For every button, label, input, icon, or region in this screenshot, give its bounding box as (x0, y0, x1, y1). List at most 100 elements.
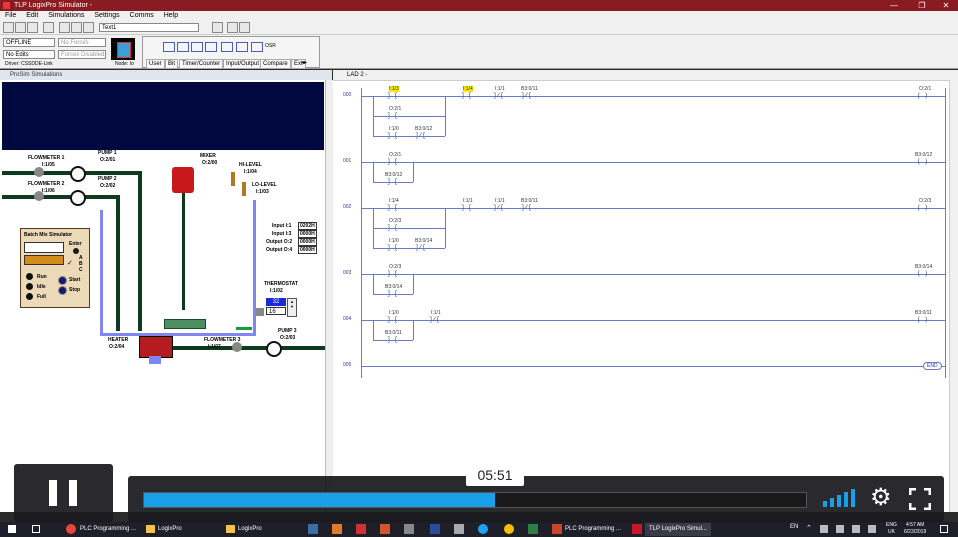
task-view-icon[interactable] (32, 525, 40, 533)
thermostat-actual[interactable]: 16 (266, 307, 286, 315)
contact-icon[interactable]: ] [ (387, 270, 398, 277)
contact-icon[interactable]: ]/[ (521, 92, 532, 99)
app-icon[interactable] (504, 524, 514, 534)
tab-timer-counter[interactable]: Timer/Counter (179, 59, 224, 69)
forces-enabled-select[interactable]: Forces Disabled (58, 50, 106, 59)
app-icon[interactable] (380, 524, 390, 534)
tray-battery-icon[interactable] (868, 525, 876, 533)
seek-bar[interactable] (143, 492, 807, 508)
rung-line[interactable] (361, 208, 945, 209)
vertical-scrollbar[interactable] (325, 80, 333, 512)
chrome-icon[interactable] (66, 524, 76, 534)
tray-chevron-icon[interactable]: ⌃ (806, 524, 812, 532)
tray-date[interactable]: 6/23/2019 (904, 529, 926, 535)
instr-otl-icon[interactable] (236, 42, 248, 52)
tray-lang-code[interactable]: ENG (886, 522, 897, 528)
app-icon[interactable] (430, 524, 440, 534)
instr-osr-button[interactable]: OSR (265, 43, 276, 49)
instr-ote-icon[interactable] (221, 42, 233, 52)
rung-line[interactable] (361, 320, 945, 321)
tray-region[interactable]: UK (888, 529, 895, 535)
contact-icon[interactable]: ] [ (387, 316, 398, 323)
volume-icon[interactable] (823, 489, 857, 507)
notifications-icon[interactable] (940, 525, 948, 533)
settings-gear-icon[interactable]: ⚙ (870, 486, 892, 510)
app-icon[interactable] (356, 524, 366, 534)
rung-line[interactable] (361, 96, 945, 97)
print-icon[interactable] (43, 22, 54, 33)
coil-icon[interactable]: ( ) (917, 158, 928, 165)
stop-button[interactable] (58, 286, 67, 295)
contact-icon[interactable]: ] [ (461, 92, 472, 99)
rung-line[interactable] (361, 162, 945, 163)
contact-icon[interactable]: ]/[ (493, 204, 504, 211)
tray-volume-icon[interactable] (852, 525, 860, 533)
filename-field[interactable]: Text1 (99, 23, 199, 32)
save-icon[interactable] (27, 22, 38, 33)
maximize-button[interactable]: ❐ (912, 0, 932, 11)
tab-bit[interactable]: Bit (165, 59, 179, 69)
menu-settings[interactable]: Settings (94, 12, 119, 19)
start-icon[interactable] (8, 525, 16, 533)
app-icon[interactable] (332, 524, 342, 534)
pause-button[interactable] (14, 464, 113, 522)
tray-network-icon[interactable] (820, 525, 828, 533)
tab-compare[interactable]: Compare (260, 59, 291, 69)
pump-3-icon[interactable] (266, 341, 282, 357)
tab-input-output[interactable]: Input/Output (223, 59, 263, 69)
coil-icon[interactable]: ( ) (917, 316, 928, 323)
zoom-in-icon[interactable] (227, 22, 238, 33)
instr-branch-icon[interactable] (177, 42, 189, 52)
edits-select[interactable]: No Edits (3, 50, 55, 59)
taskbar-item-powerpoint[interactable]: PLC Programming ... (565, 523, 621, 536)
app-icon[interactable] (404, 524, 414, 534)
menu-comms[interactable]: Comms (130, 12, 154, 19)
fullscreen-icon[interactable] (908, 487, 932, 511)
taskbar-item-logixpro-2[interactable]: LogixPro (238, 523, 262, 536)
paste-icon[interactable] (83, 22, 94, 33)
rung-line[interactable] (361, 274, 945, 275)
instr-xio-icon[interactable] (205, 42, 217, 52)
taskbar-item-chrome[interactable]: PLC Programming ... (80, 523, 136, 536)
run-icon[interactable] (212, 22, 223, 33)
contact-icon[interactable]: ] [ (387, 158, 398, 165)
folder-icon[interactable] (146, 525, 155, 533)
contact-icon[interactable]: ]/[ (429, 316, 440, 323)
contact-icon[interactable]: ] [ (461, 204, 472, 211)
instr-otu-icon[interactable] (251, 42, 263, 52)
logixpro-icon[interactable] (632, 524, 642, 534)
tray-wifi-icon[interactable] (836, 525, 844, 533)
new-file-icon[interactable] (3, 22, 14, 33)
app-icon[interactable] (308, 524, 318, 534)
start-button[interactable] (58, 276, 67, 285)
minimize-button[interactable]: — (884, 0, 904, 11)
zoom-out-icon[interactable] (239, 22, 250, 33)
tab-scroll-arrows[interactable]: ◂▸ (301, 59, 307, 66)
coil-icon[interactable]: ( ) (917, 204, 928, 211)
thermostat-spinner[interactable]: ▲ ▼ (287, 298, 297, 317)
app-icon[interactable] (454, 524, 464, 534)
abc-selector-icon[interactable]: ✓ (67, 259, 73, 267)
pump-1-icon[interactable] (70, 166, 86, 182)
tray-language[interactable]: EN (790, 524, 798, 530)
pump-2-icon[interactable] (70, 190, 86, 206)
rung-line[interactable] (361, 366, 945, 367)
contact-icon[interactable]: ] [ (387, 92, 398, 99)
taskbar-item-logixpro-sim[interactable]: TLP LogixPro Simul... (645, 523, 711, 536)
taskbar-item-logixpro-1[interactable]: LogixPro (158, 523, 182, 536)
enter-button[interactable] (73, 248, 79, 254)
menu-file[interactable]: File (5, 12, 16, 19)
menu-help[interactable]: Help (164, 12, 178, 19)
tray-clock[interactable]: 4:57 AM (906, 522, 924, 528)
menu-edit[interactable]: Edit (26, 12, 38, 19)
tab-user[interactable]: User (146, 59, 165, 69)
app-icon[interactable] (528, 524, 538, 534)
coil-icon[interactable]: ( ) (917, 92, 928, 99)
contact-icon[interactable]: ]/[ (493, 92, 504, 99)
forces-select[interactable]: No Forces (58, 38, 106, 47)
open-file-icon[interactable] (15, 22, 26, 33)
folder-icon[interactable] (226, 525, 235, 533)
ladder-scrollbar[interactable] (949, 80, 958, 512)
menu-simulations[interactable]: Simulations (48, 12, 84, 19)
cut-icon[interactable] (59, 22, 70, 33)
